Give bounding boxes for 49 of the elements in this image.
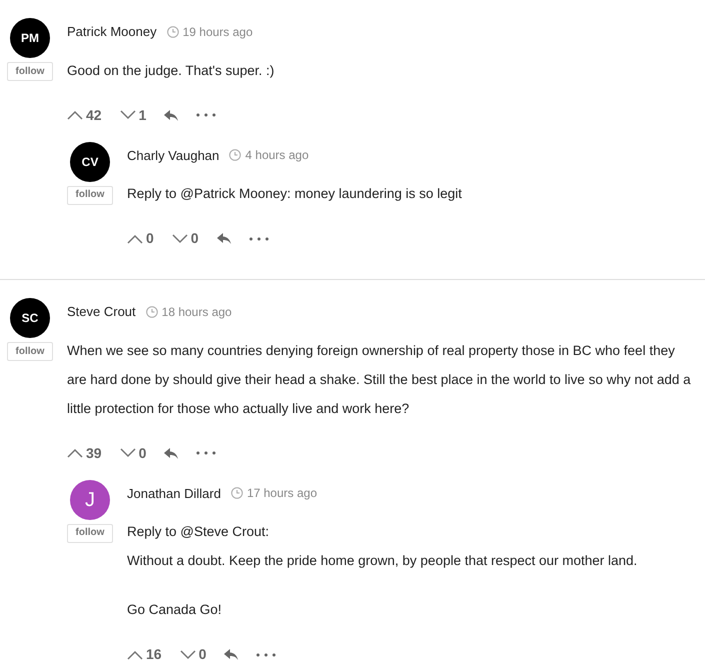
down-chevron-icon	[120, 110, 136, 120]
author-name[interactable]: Jonathan Dillard	[127, 484, 221, 503]
downvote-button[interactable]: 0	[172, 228, 199, 249]
down-chevron-icon	[180, 650, 196, 660]
comment-text: Good on the judge. That's super. :)	[67, 62, 276, 80]
reply-icon[interactable]	[224, 649, 238, 660]
avatar-initials: SC	[22, 310, 38, 327]
upvote-button[interactable]: 0	[127, 228, 154, 249]
more-icon[interactable]	[196, 113, 216, 117]
downvote-button[interactable]: 0	[180, 644, 206, 665]
timestamp: 19 hours ago	[182, 24, 253, 41]
downvote-button[interactable]: 1	[120, 104, 146, 126]
avatar-initials: CV	[82, 154, 98, 170]
follow-button[interactable]: follow	[66, 186, 114, 204]
author-name[interactable]: Charly Vaughan	[127, 146, 220, 165]
downvote-button[interactable]: 0	[120, 442, 146, 464]
comment-text: Go Canada Go!	[127, 601, 223, 619]
clock-icon	[146, 306, 158, 318]
avatar-initials: J	[85, 488, 95, 512]
up-chevron-icon	[67, 110, 83, 120]
comment-text: Reply to @Steve Crout: Without a doubt. Keep the pride home grown, by people that respect our mother land.	[127, 523, 638, 570]
clock-icon	[230, 487, 243, 500]
upvote-button[interactable]: 16	[127, 644, 162, 665]
more-icon[interactable]	[248, 236, 269, 240]
down-chevron-icon	[120, 448, 136, 458]
reply-icon[interactable]	[216, 233, 231, 244]
up-chevron-icon	[67, 448, 83, 458]
avatar-initials: PM	[21, 30, 39, 47]
follow-button[interactable]: follow	[6, 342, 54, 361]
clock-icon	[229, 149, 242, 162]
comment-text: When we see so many countries denying foreign ownership of real property those in BC who feel they are hard done by should give their head a shake. Still the best place in the world to live so why not add a little protection for those who actually live and work here?	[67, 342, 692, 418]
follow-button[interactable]: follow	[66, 524, 114, 542]
up-chevron-icon	[127, 234, 143, 244]
reply-icon[interactable]	[164, 448, 178, 458]
more-icon[interactable]	[256, 652, 276, 656]
author-name[interactable]: Patrick Mooney	[67, 22, 157, 42]
timestamp: 17 hours ago	[246, 485, 318, 502]
upvote-button[interactable]: 42	[67, 104, 102, 126]
upvote-button[interactable]: 39	[67, 442, 102, 464]
timestamp: 4 hours ago	[245, 147, 309, 164]
up-chevron-icon	[127, 650, 143, 660]
clock-icon	[166, 26, 179, 38]
more-icon[interactable]	[196, 451, 216, 455]
author-name[interactable]: Steve Crout	[67, 302, 136, 322]
down-chevron-icon	[172, 234, 188, 244]
timestamp: 18 hours ago	[162, 304, 232, 321]
reply-icon[interactable]	[164, 110, 178, 120]
comment-text: Reply to @Patrick Mooney: money laundering is so legit	[127, 185, 463, 203]
follow-button[interactable]: follow	[6, 62, 54, 81]
